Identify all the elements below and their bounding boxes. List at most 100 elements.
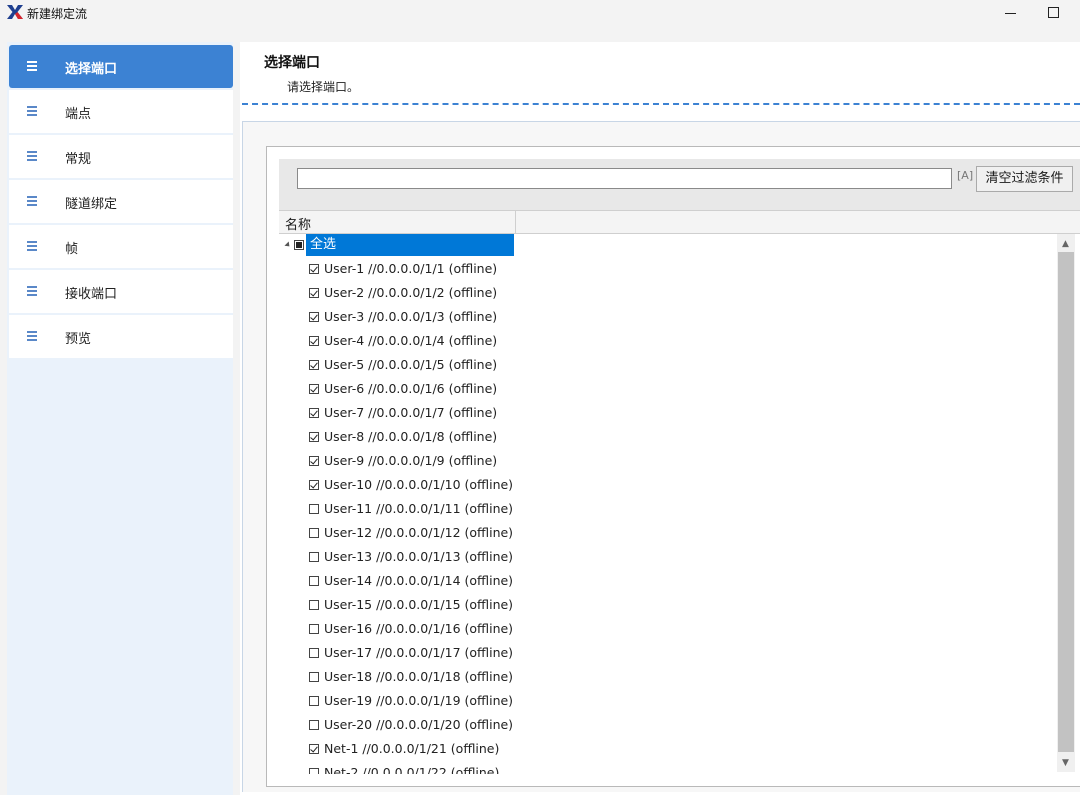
vertical-scrollbar[interactable]: ▲ ▼ [1057, 234, 1075, 772]
sidebar-item-select-port[interactable]: 选择端口 [9, 45, 233, 88]
app-logo-icon [7, 5, 23, 19]
page-title: 选择端口 [264, 55, 320, 71]
port-label: User-7 //0.0.0.0/1/7 (offline) [324, 405, 498, 420]
port-row[interactable]: User-1 //0.0.0.0/1/1 (offline) [279, 258, 1055, 282]
menu-lines-icon [27, 106, 37, 116]
port-label: User-6 //0.0.0.0/1/6 (offline) [324, 381, 498, 396]
port-row[interactable]: User-2 //0.0.0.0/1/2 (offline) [279, 282, 1055, 306]
port-checkbox[interactable] [309, 264, 319, 274]
port-label: User-20 //0.0.0.0/1/20 (offline) [324, 717, 514, 732]
port-checkbox[interactable] [309, 504, 319, 514]
scroll-thumb[interactable] [1058, 252, 1074, 752]
port-label: User-9 //0.0.0.0/1/9 (offline) [324, 453, 498, 468]
sidebar-item-label: 选择端口 [65, 62, 118, 77]
port-row[interactable]: User-10 //0.0.0.0/1/10 (offline) [279, 474, 1055, 498]
select-all-label[interactable]: 全选 [306, 234, 514, 256]
port-checkbox[interactable] [309, 408, 319, 418]
port-checkbox[interactable] [309, 768, 319, 774]
port-tree-panel: [A] 清空过滤条件 名称 全选 User-1 //0.0.0.0/1/1 (o… [266, 146, 1080, 787]
sidebar-item-label: 接收端口 [65, 287, 118, 302]
port-checkbox[interactable] [309, 336, 319, 346]
port-row[interactable]: Net-1 //0.0.0.0/1/21 (offline) [279, 738, 1055, 762]
collapse-arrow-icon[interactable] [284, 241, 292, 249]
port-label: User-13 //0.0.0.0/1/13 (offline) [324, 549, 514, 564]
page-subtitle: 请选择端口。 [287, 80, 360, 94]
scroll-down-icon[interactable]: ▼ [1062, 758, 1069, 768]
port-checkbox[interactable] [309, 456, 319, 466]
port-row[interactable]: User-14 //0.0.0.0/1/14 (offline) [279, 570, 1055, 594]
port-row[interactable]: User-18 //0.0.0.0/1/18 (offline) [279, 666, 1055, 690]
port-row[interactable]: Net-2 //0.0.0.0/1/22 (offline) [279, 762, 1055, 774]
sidebar-item-endpoint[interactable]: 端点 [9, 90, 233, 133]
port-checkbox[interactable] [309, 648, 319, 658]
port-checkbox[interactable] [309, 288, 319, 298]
port-row[interactable]: User-4 //0.0.0.0/1/4 (offline) [279, 330, 1055, 354]
port-row[interactable]: User-16 //0.0.0.0/1/16 (offline) [279, 618, 1055, 642]
port-row[interactable]: User-5 //0.0.0.0/1/5 (offline) [279, 354, 1055, 378]
sidebar-item-general[interactable]: 常规 [9, 135, 233, 178]
port-row[interactable]: User-13 //0.0.0.0/1/13 (offline) [279, 546, 1055, 570]
port-label: User-17 //0.0.0.0/1/17 (offline) [324, 645, 514, 660]
sidebar-item-tunnel-binding[interactable]: 隧道绑定 [9, 180, 233, 223]
filter-input[interactable] [297, 168, 952, 189]
port-checkbox[interactable] [309, 528, 319, 538]
port-label: User-11 //0.0.0.0/1/11 (offline) [324, 501, 514, 516]
port-label: User-4 //0.0.0.0/1/4 (offline) [324, 333, 498, 348]
port-checkbox[interactable] [309, 360, 319, 370]
port-checkbox[interactable] [309, 432, 319, 442]
port-row[interactable]: User-11 //0.0.0.0/1/11 (offline) [279, 498, 1055, 522]
minimize-button[interactable] [990, 0, 1030, 26]
port-checkbox[interactable] [309, 552, 319, 562]
port-label: User-8 //0.0.0.0/1/8 (offline) [324, 429, 498, 444]
column-header-name[interactable]: 名称 [279, 211, 516, 233]
divider [242, 103, 1080, 105]
port-label: User-16 //0.0.0.0/1/16 (offline) [324, 621, 514, 636]
port-checkbox[interactable] [309, 600, 319, 610]
sidebar-item-frame[interactable]: 帧 [9, 225, 233, 268]
port-checkbox[interactable] [309, 480, 319, 490]
port-checkbox[interactable] [309, 720, 319, 730]
column-header: 名称 [279, 210, 1080, 234]
menu-lines-icon [27, 196, 37, 206]
port-checkbox[interactable] [309, 384, 319, 394]
scroll-up-icon[interactable]: ▲ [1062, 239, 1069, 249]
sidebar-item-label: 端点 [65, 107, 92, 122]
menu-lines-icon [27, 151, 37, 161]
port-row[interactable]: User-6 //0.0.0.0/1/6 (offline) [279, 378, 1055, 402]
port-checkbox[interactable] [309, 576, 319, 586]
port-label: Net-1 //0.0.0.0/1/21 (offline) [324, 741, 500, 756]
port-row[interactable]: User-20 //0.0.0.0/1/20 (offline) [279, 714, 1055, 738]
port-row[interactable]: User-8 //0.0.0.0/1/8 (offline) [279, 426, 1055, 450]
port-row[interactable]: User-7 //0.0.0.0/1/7 (offline) [279, 402, 1055, 426]
case-sensitive-icon[interactable]: [A] [957, 169, 973, 182]
port-row[interactable]: User-3 //0.0.0.0/1/3 (offline) [279, 306, 1055, 330]
port-row[interactable]: User-17 //0.0.0.0/1/17 (offline) [279, 642, 1055, 666]
port-checkbox[interactable] [309, 696, 319, 706]
sidebar-item-label: 预览 [65, 332, 92, 347]
port-row[interactable]: User-19 //0.0.0.0/1/19 (offline) [279, 690, 1055, 714]
sidebar-item-preview[interactable]: 预览 [9, 315, 233, 358]
port-checkbox[interactable] [309, 672, 319, 682]
port-checkbox[interactable] [309, 624, 319, 634]
port-row[interactable]: User-15 //0.0.0.0/1/15 (offline) [279, 594, 1055, 618]
maximize-button[interactable] [1034, 0, 1074, 26]
port-label: Net-2 //0.0.0.0/1/22 (offline) [324, 765, 500, 774]
port-label: User-18 //0.0.0.0/1/18 (offline) [324, 669, 514, 684]
port-label: User-19 //0.0.0.0/1/19 (offline) [324, 693, 514, 708]
port-row[interactable]: User-12 //0.0.0.0/1/12 (offline) [279, 522, 1055, 546]
port-label: User-1 //0.0.0.0/1/1 (offline) [324, 261, 498, 276]
menu-lines-icon [27, 331, 37, 341]
sidebar-item-label: 隧道绑定 [65, 197, 118, 212]
port-label: User-14 //0.0.0.0/1/14 (offline) [324, 573, 514, 588]
select-all-checkbox[interactable] [294, 240, 304, 250]
port-label: User-5 //0.0.0.0/1/5 (offline) [324, 357, 498, 372]
sidebar: 选择端口 端点 常规 隧道绑定 帧 接收端口 预览 [7, 42, 233, 795]
port-checkbox[interactable] [309, 744, 319, 754]
select-all-row[interactable]: 全选 [279, 234, 1055, 258]
port-label: User-10 //0.0.0.0/1/10 (offline) [324, 477, 514, 492]
clear-filter-button[interactable]: 清空过滤条件 [976, 166, 1073, 192]
port-checkbox[interactable] [309, 312, 319, 322]
sidebar-item-receive-port[interactable]: 接收端口 [9, 270, 233, 313]
port-row[interactable]: User-9 //0.0.0.0/1/9 (offline) [279, 450, 1055, 474]
port-label: User-2 //0.0.0.0/1/2 (offline) [324, 285, 498, 300]
